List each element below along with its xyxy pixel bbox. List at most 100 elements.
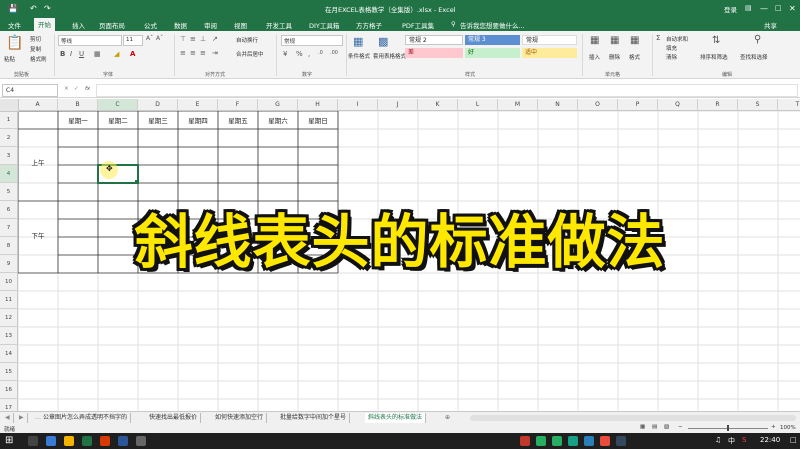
column-header-p[interactable]: P <box>618 99 658 111</box>
row-header-2[interactable]: 2 <box>0 129 18 147</box>
file-explorer-icon[interactable] <box>64 436 74 446</box>
tab-review[interactable]: 审阅 <box>200 19 221 31</box>
powerpoint-app-icon[interactable] <box>100 436 110 446</box>
row-header-1[interactable]: 1 <box>0 111 18 129</box>
tray-app-icon[interactable] <box>568 436 578 446</box>
column-header-a[interactable]: A <box>18 99 58 111</box>
tab-diy-toolbox[interactable]: DIY工具箱 <box>305 19 343 31</box>
tab-pdf-tools[interactable]: PDF工具集 <box>398 19 438 31</box>
zoom-out-icon[interactable]: − <box>678 424 683 430</box>
format-cells-icon[interactable]: ▦ <box>630 35 639 46</box>
tab-view[interactable]: 视图 <box>230 19 251 31</box>
maximize-icon[interactable]: □ <box>775 4 782 12</box>
fill-color-icon[interactable]: ◢ <box>114 50 119 58</box>
copy-button[interactable]: 复制 <box>30 45 41 53</box>
tray-app-icon[interactable] <box>584 436 594 446</box>
find-select-icon[interactable]: ⚲ <box>754 34 761 45</box>
tray-app-icon[interactable] <box>536 436 546 446</box>
conditional-format-button[interactable]: 条件格式 <box>348 52 370 60</box>
tell-me-search[interactable]: 告诉我您想要做什么... <box>456 19 529 31</box>
tray-app-icon[interactable] <box>600 436 610 446</box>
style-normal-2[interactable]: 常规 2 <box>405 35 463 45</box>
column-header-n[interactable]: N <box>538 99 578 111</box>
align-bottom-icon[interactable]: ⊥ <box>200 35 206 43</box>
tab-home[interactable]: 开始 <box>34 18 55 32</box>
align-center-icon[interactable]: ≡ <box>190 49 196 57</box>
zoom-slider-thumb[interactable] <box>727 425 729 431</box>
tab-insert[interactable]: 插入 <box>68 19 89 31</box>
tab-page-layout[interactable]: 页面布局 <box>95 19 129 31</box>
font-size-select[interactable]: 11 <box>123 35 143 46</box>
horizontal-scrollbar[interactable] <box>470 415 796 421</box>
add-sheet-icon[interactable]: ⊕ <box>442 413 453 423</box>
number-format-select[interactable]: 常规 <box>281 35 343 46</box>
orientation-icon[interactable]: ↗ <box>212 35 218 43</box>
currency-icon[interactable]: ¥ <box>283 50 287 58</box>
formula-input[interactable] <box>96 84 798 97</box>
insert-cells-button[interactable]: 插入 <box>589 53 600 61</box>
row-header-4[interactable]: 4 <box>0 165 18 183</box>
format-as-table-button[interactable]: 套用表格格式 <box>373 52 406 60</box>
fill-button[interactable]: 填充 <box>666 44 677 52</box>
windows-start-icon[interactable]: ⊞ <box>5 435 13 446</box>
sort-filter-button[interactable]: 排序和筛选 <box>700 53 728 61</box>
select-all-button[interactable] <box>0 99 19 112</box>
tray-app-icon[interactable] <box>616 436 626 446</box>
format-painter-button[interactable]: 格式刷 <box>30 55 47 63</box>
sort-filter-icon[interactable]: ⇅ <box>712 35 720 46</box>
page-break-view-icon[interactable]: ▧ <box>664 424 669 430</box>
column-header-q[interactable]: Q <box>658 99 698 111</box>
app-icon[interactable] <box>136 436 146 446</box>
column-header-h[interactable]: H <box>298 99 338 111</box>
scroll-tabs-right-icon[interactable]: ▶ <box>16 413 28 423</box>
sheet-tab[interactable]: 批量给数字中间加个星号 <box>277 413 351 423</box>
bold-icon[interactable]: B <box>60 50 65 58</box>
tray-app-icon[interactable] <box>552 436 562 446</box>
save-icon[interactable]: 💾 <box>8 4 18 13</box>
name-box[interactable]: C4 <box>2 84 58 97</box>
delete-cells-icon[interactable]: ▦ <box>610 35 619 46</box>
column-header-s[interactable]: S <box>738 99 778 111</box>
column-header-o[interactable]: O <box>578 99 618 111</box>
style-good[interactable]: 好 <box>465 48 520 58</box>
word-app-icon[interactable] <box>118 436 128 446</box>
ime-s-indicator[interactable]: S <box>742 436 746 444</box>
column-header-j[interactable]: J <box>378 99 418 111</box>
increase-decimal-icon[interactable]: .0 <box>318 50 323 56</box>
undo-icon[interactable]: ↶ <box>30 4 37 13</box>
task-view-icon[interactable] <box>28 436 38 446</box>
clear-button[interactable]: 清除 <box>666 53 677 61</box>
tray-app-icon[interactable] <box>520 436 530 446</box>
formula-enter-icon[interactable]: ✓ <box>74 86 79 92</box>
browser-icon[interactable] <box>46 436 56 446</box>
scroll-tabs-left-icon[interactable]: ◀ <box>2 413 14 423</box>
format-cells-button[interactable]: 格式 <box>629 53 640 61</box>
tab-developer[interactable]: 开发工具 <box>262 19 296 31</box>
sheet-tab[interactable]: 快速找出最低报价 <box>146 413 202 423</box>
comma-icon[interactable]: , <box>308 50 310 58</box>
row-header-14[interactable]: 14 <box>0 345 18 363</box>
row-header-11[interactable]: 11 <box>0 291 18 309</box>
conditional-format-icon[interactable]: ▦ <box>353 35 363 48</box>
font-color-icon[interactable]: A <box>130 50 135 58</box>
style-normal-3[interactable]: 常规 3 <box>465 35 520 45</box>
shrink-font-icon[interactable]: Aˇ <box>156 35 163 42</box>
style-neutral[interactable]: 适中 <box>522 48 577 58</box>
row-header-12[interactable]: 12 <box>0 309 18 327</box>
column-header-i[interactable]: I <box>338 99 378 111</box>
column-header-b[interactable]: B <box>58 99 98 111</box>
sheet-tab[interactable]: 如何快速添加空行 <box>212 413 268 423</box>
align-middle-icon[interactable]: ≡ <box>190 35 196 43</box>
indent-icon[interactable]: ⇥ <box>212 49 218 57</box>
excel-app-icon[interactable] <box>82 436 92 446</box>
column-header-d[interactable]: D <box>138 99 178 111</box>
autosum-button[interactable]: 自动求和 <box>666 35 688 43</box>
normal-view-icon[interactable]: ▦ <box>640 424 645 430</box>
column-header-k[interactable]: K <box>418 99 458 111</box>
insert-cells-icon[interactable]: ▦ <box>590 35 599 46</box>
column-header-m[interactable]: M <box>498 99 538 111</box>
paste-button[interactable]: 粘贴 <box>4 55 15 63</box>
formula-cancel-icon[interactable]: ✕ <box>64 86 69 92</box>
row-header-15[interactable]: 15 <box>0 363 18 381</box>
column-header-e[interactable]: E <box>178 99 218 111</box>
